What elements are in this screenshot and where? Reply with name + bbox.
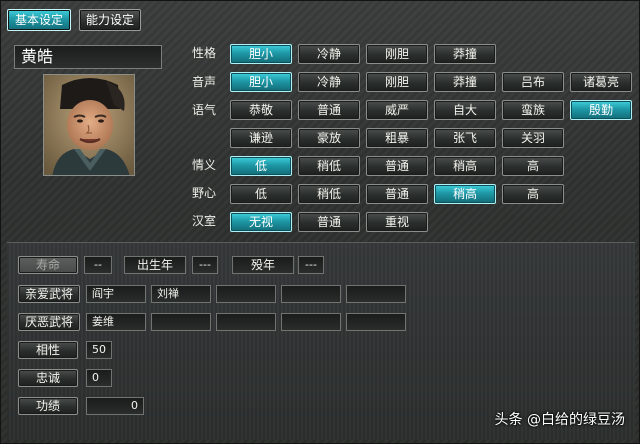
loyalty-button[interactable]: 忠诚 [18,369,78,387]
death-year-label: 殁年 [232,256,294,274]
voice-option-timid[interactable]: 胆小 [230,72,292,92]
voice-option-brave[interactable]: 刚胆 [366,72,428,92]
ambition-label: 野心 [192,186,217,200]
voice-option-reckless[interactable]: 莽撞 [434,72,496,92]
personality-option-reckless[interactable]: 莽撞 [434,44,496,64]
tone-option-guan-yu[interactable]: 关羽 [502,128,564,148]
lifespan-button[interactable]: 寿命 [18,256,78,274]
ambition-option-normal[interactable]: 普通 [366,184,428,204]
tone-option-attentive[interactable]: 殷勤 [570,100,632,120]
tone-option-bold[interactable]: 豪放 [298,128,360,148]
tone-label: 语气 [192,103,217,117]
death-year-value[interactable]: --- [298,256,324,274]
loyalty-sense-option-low[interactable]: 低 [230,156,292,176]
han-court-option-normal[interactable]: 普通 [298,212,360,232]
tone-option-respectful[interactable]: 恭敬 [230,100,292,120]
close-general-slot-4[interactable] [281,285,341,303]
hated-general-slot-2[interactable] [151,313,211,331]
tone-option-normal[interactable]: 普通 [298,100,360,120]
close-general-slot-3[interactable] [216,285,276,303]
ambition-option-high[interactable]: 高 [502,184,564,204]
close-general-slot-5[interactable] [346,285,406,303]
compatibility-value[interactable]: 50 [86,341,112,359]
hated-generals-button[interactable]: 厌恶武将 [18,313,80,331]
ambition-option-low[interactable]: 低 [230,184,292,204]
tone-option-zhang-fei[interactable]: 张飞 [434,128,496,148]
watermark-text: 头条 @白给的绿豆汤 [494,412,625,428]
tab-basic-settings[interactable]: 基本设定 [7,9,71,31]
han-court-option-ignore[interactable]: 无视 [230,212,292,232]
hated-general-slot-4[interactable] [281,313,341,331]
character-editor-window: 基本设定 能力设定 黄皓 性格 音声 语气 情义 野心 汉室 胆小 冷静 刚胆 … [0,0,640,444]
tone-option-rough[interactable]: 粗暴 [366,128,428,148]
merit-button[interactable]: 功绩 [18,397,78,415]
ambition-option-slightly-low[interactable]: 稍低 [298,184,360,204]
hated-general-slot-3[interactable] [216,313,276,331]
loyalty-sense-option-high[interactable]: 高 [502,156,564,176]
loyalty-sense-option-slightly-high[interactable]: 稍高 [434,156,496,176]
character-name: 黄皓 [14,45,162,69]
loyalty-sense-label: 情义 [192,158,217,172]
close-general-slot-2[interactable]: 刘禅 [151,285,211,303]
close-general-slot-1[interactable]: 阎宇 [86,285,146,303]
tone-option-dignified[interactable]: 威严 [366,100,428,120]
voice-option-lubu[interactable]: 吕布 [502,72,564,92]
voice-label: 音声 [192,75,217,89]
birth-year-label: 出生年 [124,256,186,274]
merit-value[interactable]: 0 [86,397,144,415]
personality-option-calm[interactable]: 冷静 [298,44,360,64]
voice-option-calm[interactable]: 冷静 [298,72,360,92]
close-generals-button[interactable]: 亲爱武将 [18,285,80,303]
hated-general-slot-1[interactable]: 姜维 [86,313,146,331]
compatibility-button[interactable]: 相性 [18,341,78,359]
han-court-label: 汉室 [192,214,217,228]
loyalty-sense-option-normal[interactable]: 普通 [366,156,428,176]
ambition-option-slightly-high[interactable]: 稍高 [434,184,496,204]
hated-general-slot-5[interactable] [346,313,406,331]
tone-option-arrogant[interactable]: 自大 [434,100,496,120]
han-court-option-value[interactable]: 重视 [366,212,428,232]
character-portrait [43,74,135,176]
lifespan-value[interactable]: -- [84,256,112,274]
loyalty-value[interactable]: 0 [86,369,112,387]
birth-year-value[interactable]: --- [192,256,218,274]
voice-option-zhuge-liang[interactable]: 诸葛亮 [570,72,632,92]
personality-option-brave[interactable]: 刚胆 [366,44,428,64]
personality-label: 性格 [192,46,217,60]
tone-option-modest[interactable]: 谦逊 [230,128,292,148]
personality-option-timid[interactable]: 胆小 [230,44,292,64]
loyalty-sense-option-slightly-low[interactable]: 稍低 [298,156,360,176]
tone-option-barbarian[interactable]: 蛮族 [502,100,564,120]
tab-ability-settings[interactable]: 能力设定 [79,9,141,31]
